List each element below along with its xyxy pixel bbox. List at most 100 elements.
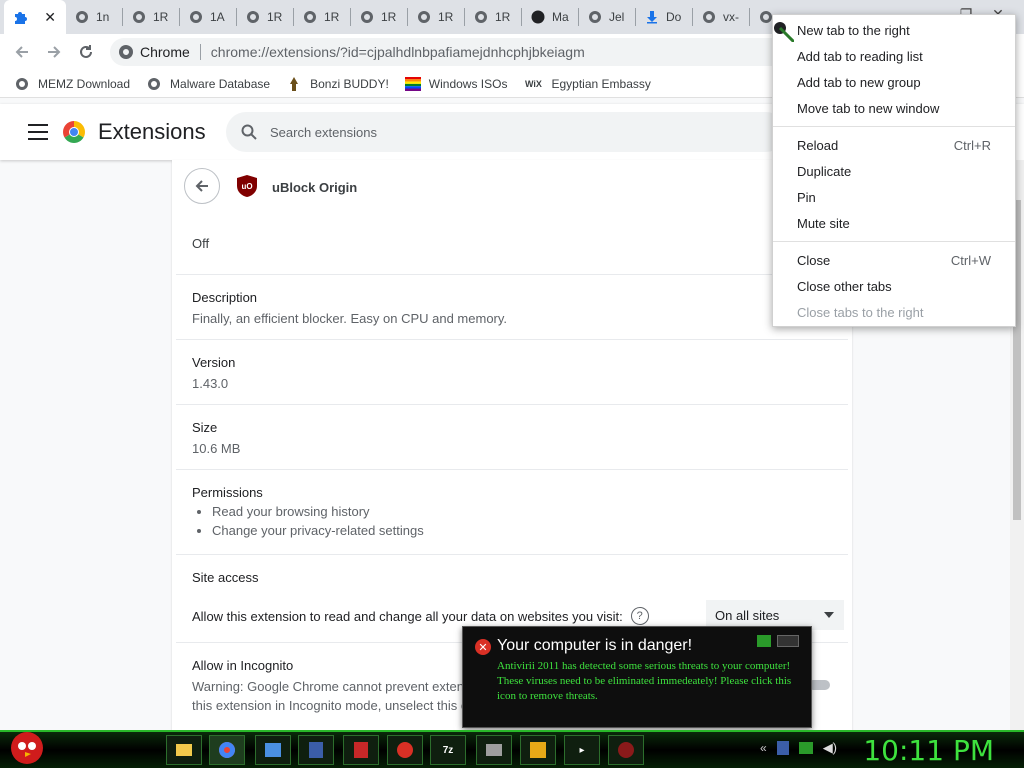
bookmark-bonzi-buddy[interactable]: Bonzi BUDDY!	[286, 76, 389, 92]
taskbar-app[interactable]	[387, 735, 423, 765]
menu-item-mute-site[interactable]: Mute site	[773, 210, 1015, 236]
tab-label: 1A	[210, 10, 225, 24]
taskbar-app[interactable]	[608, 735, 644, 765]
explorer-icon	[265, 743, 281, 757]
github-icon	[530, 9, 546, 25]
tab[interactable]: 1R	[294, 0, 351, 34]
menu-item-add-to-new-group[interactable]: Add tab to new group	[773, 69, 1015, 95]
menu-item-new-tab-right[interactable]: New tab to the right	[773, 17, 1015, 43]
chrome-logo-icon	[118, 44, 134, 60]
antivirus-balloon[interactable]: ✕ Your computer is in danger! Antivirii …	[462, 626, 812, 728]
error-icon: ✕	[475, 639, 491, 655]
permissions-list: Read your browsing history Change your p…	[212, 504, 852, 538]
tab[interactable]: 1R	[123, 0, 180, 34]
tab[interactable]: 1R	[351, 0, 408, 34]
wix-icon: WiX	[525, 78, 542, 89]
tab-label: 1n	[96, 10, 110, 24]
tab-label: Do	[666, 10, 682, 24]
reload-button[interactable]	[74, 40, 98, 64]
globe-icon	[473, 9, 489, 25]
tab[interactable]: 1R	[408, 0, 465, 34]
tab[interactable]: 1n	[66, 0, 123, 34]
puzzle-icon	[12, 9, 28, 25]
tab[interactable]: Ma	[522, 0, 579, 34]
system-tray: « ◀)	[760, 740, 837, 756]
bookmark-windows-isos[interactable]: Windows ISOs	[404, 76, 507, 92]
tab[interactable]: 1R	[237, 0, 294, 34]
tab-label: Ma	[552, 10, 569, 24]
address-bar[interactable]: Chrome chrome://extensions/?id=cjpalhdln…	[110, 38, 790, 66]
site-chip: Chrome	[140, 44, 190, 60]
folder-icon	[176, 744, 192, 756]
close-tab-icon[interactable]: ✕	[44, 9, 56, 26]
taskbar-app[interactable]	[255, 735, 291, 765]
globe-icon	[146, 76, 162, 92]
tab-context-menu: New tab to the right Add tab to reading …	[772, 14, 1016, 327]
tray-chevron-icon[interactable]: «	[760, 741, 767, 755]
tab-label: 1R	[381, 10, 397, 24]
taskbar-app[interactable]	[298, 735, 334, 765]
bookmark-egyptian-embassy[interactable]: WiX Egyptian Embassy	[523, 76, 651, 92]
menu-item-pin[interactable]: Pin	[773, 184, 1015, 210]
menu-item-move-to-new-window[interactable]: Move tab to new window	[773, 95, 1015, 121]
clock[interactable]: 10:11 PM	[863, 734, 994, 767]
taskbar-app-explorer[interactable]	[166, 735, 202, 765]
taskbar-app[interactable]	[343, 735, 379, 765]
tray-network-icon[interactable]	[798, 742, 813, 754]
menu-item-close[interactable]: Close Ctrl+W	[773, 247, 1015, 273]
menu-item-add-to-reading-list[interactable]: Add tab to reading list	[773, 43, 1015, 69]
menu-separator	[773, 126, 1015, 127]
extension-state: Off	[192, 236, 210, 251]
globe-icon	[14, 76, 30, 92]
tab[interactable]: vx-	[693, 0, 750, 34]
bookmark-label: MEMZ Download	[38, 76, 131, 91]
tab-label: Jel	[609, 10, 625, 24]
list-item: Change your privacy-related settings	[212, 523, 852, 538]
arrow-right-icon	[48, 46, 61, 58]
taskbar-app[interactable]	[520, 735, 556, 765]
globe-icon	[587, 9, 603, 25]
tab-label: 1R	[495, 10, 511, 24]
help-icon[interactable]: ?	[630, 607, 649, 625]
bug-icon	[618, 742, 634, 758]
tab[interactable]: 1R	[465, 0, 522, 34]
tab-label: 1R	[267, 10, 283, 24]
taskbar: 7z ▸ « ◀) 10:11 PM	[0, 730, 1024, 768]
site-access-text: Allow this extension to read and change …	[192, 607, 649, 625]
forward-button[interactable]	[42, 40, 66, 64]
menu-item-reload[interactable]: Reload Ctrl+R	[773, 132, 1015, 158]
svg-text:uO: uO	[241, 182, 252, 191]
popup-close-button[interactable]	[777, 635, 799, 647]
tab[interactable]: Do	[636, 0, 693, 34]
bookmark-malware-database[interactable]: Malware Database	[146, 76, 270, 92]
taskbar-app[interactable]	[476, 735, 512, 765]
tray-shield-icon[interactable]	[776, 741, 789, 755]
arrow-left-icon	[195, 180, 208, 192]
menu-item-close-other-tabs[interactable]: Close other tabs	[773, 273, 1015, 299]
hamburger-icon	[28, 124, 48, 126]
search-extensions-input[interactable]: Search extensions	[226, 112, 786, 152]
drive-icon	[486, 744, 502, 756]
x-icon	[397, 742, 413, 758]
globe-icon	[701, 9, 717, 25]
taskbar-app-7zip[interactable]: 7z	[430, 735, 466, 765]
tab[interactable]: Jel	[579, 0, 636, 34]
size-section: Size 10.6 MB	[192, 420, 241, 456]
bookmark-memz[interactable]: MEMZ Download	[14, 76, 130, 92]
volume-icon[interactable]: ◀)	[823, 740, 837, 756]
taskbar-app[interactable]: ▸	[564, 735, 600, 765]
tray-icon	[757, 635, 771, 647]
search-placeholder: Search extensions	[270, 124, 377, 140]
menu-button[interactable]	[28, 124, 48, 140]
taskbar-app-chrome[interactable]	[209, 735, 245, 765]
menu-separator	[773, 241, 1015, 242]
start-button[interactable]	[8, 726, 46, 766]
tab[interactable]: 1A	[180, 0, 237, 34]
menu-item-duplicate[interactable]: Duplicate	[773, 158, 1015, 184]
search-icon	[240, 123, 258, 141]
back-button[interactable]	[10, 40, 34, 64]
permissions-section: Permissions Read your browsing history C…	[172, 485, 852, 542]
back-button[interactable]	[184, 168, 220, 204]
tab-extensions[interactable]: ✕	[4, 0, 66, 34]
page-title: Extensions	[98, 119, 206, 144]
